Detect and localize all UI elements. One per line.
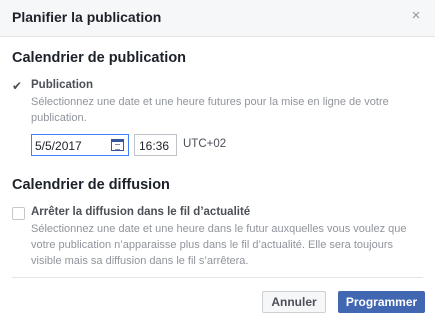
footer-divider: [12, 277, 423, 278]
close-icon[interactable]: ×: [409, 8, 423, 23]
publication-option-label: Publication: [31, 79, 93, 91]
publication-time-input[interactable]: 16:36: [134, 134, 177, 156]
schedule-post-dialog: Planifier la publication × Calendrier de…: [0, 0, 435, 324]
dialog-header: Planifier la publication ×: [0, 0, 435, 37]
calendar-icon[interactable]: [111, 139, 124, 151]
publication-checkbox[interactable]: ✔: [12, 80, 25, 93]
distribution-schedule-title: Calendrier de diffusion: [12, 177, 170, 193]
publication-option-description: Sélectionnez une date et une heure futur…: [31, 94, 389, 126]
stop-distribution-checkbox[interactable]: [12, 207, 25, 220]
dialog-title: Planifier la publication: [12, 9, 162, 25]
distribution-description-line: votre publication n’apparaisse plus dans…: [31, 239, 393, 251]
publication-description-line: Sélectionnez une date et une heure futur…: [31, 96, 389, 108]
publication-schedule-title: Calendrier de publication: [12, 50, 187, 66]
distribution-description-line: visible mais sa diffusion dans le fil s’…: [31, 255, 249, 267]
publication-date-input[interactable]: 5/5/2017: [31, 134, 129, 156]
stop-distribution-option-label: Arrêter la diffusion dans le fil d’actua…: [31, 206, 251, 218]
stop-distribution-option-description: Sélectionnez une date et une heure dans …: [31, 221, 407, 269]
schedule-button[interactable]: Programmer: [338, 291, 425, 313]
publication-description-line: publication.: [31, 112, 87, 124]
distribution-description-line: Sélectionnez une date et une heure dans …: [31, 223, 407, 235]
timezone-label: UTC+02: [183, 138, 227, 150]
cancel-button[interactable]: Annuler: [262, 291, 326, 313]
checkmark-icon: ✔: [12, 79, 23, 93]
publication-time-value: 16:36: [139, 139, 170, 153]
publication-date-value: 5/5/2017: [35, 139, 82, 153]
